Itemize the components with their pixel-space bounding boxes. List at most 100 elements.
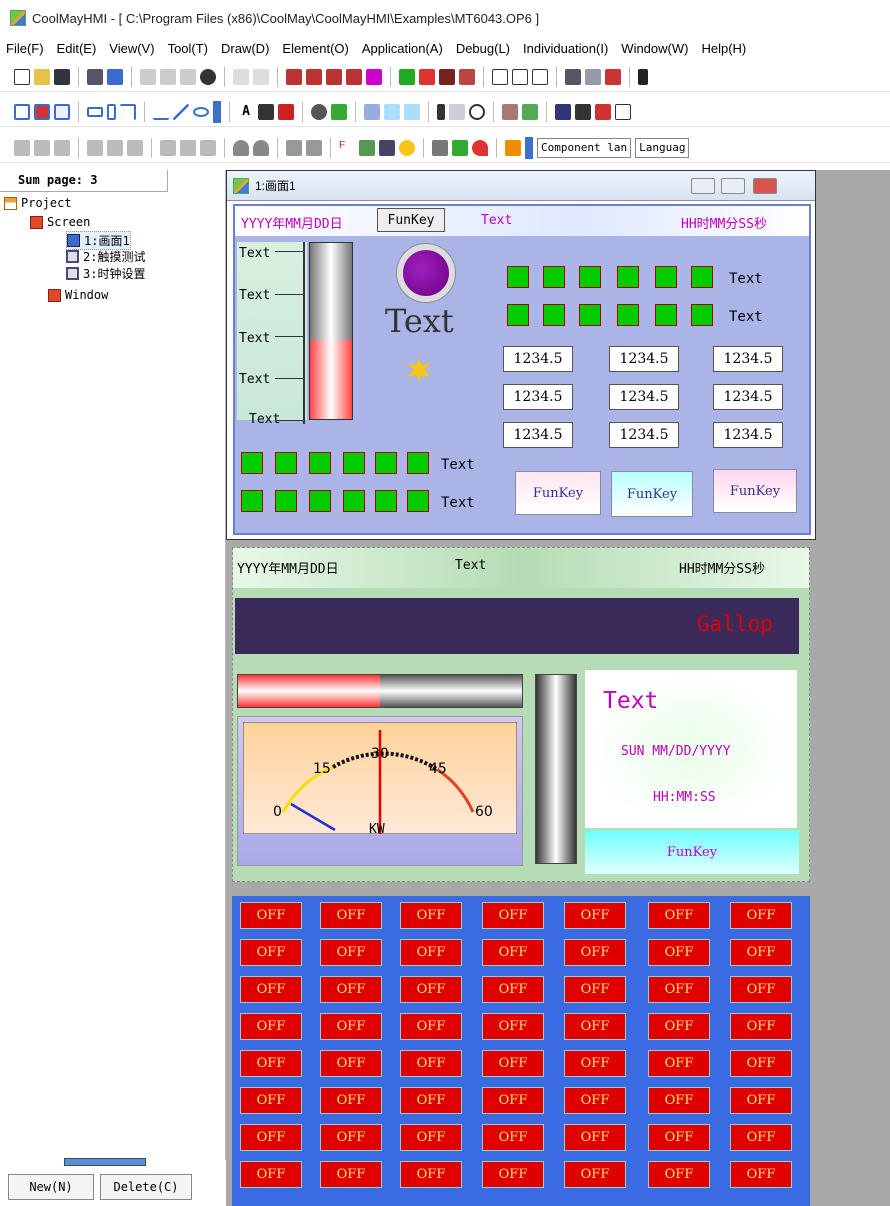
off-toggle-button[interactable]: OFF xyxy=(648,1013,710,1040)
plug-icon[interactable] xyxy=(359,139,375,156)
undo-icon[interactable] xyxy=(233,68,249,85)
unlock-icon[interactable] xyxy=(253,139,269,156)
off-toggle-button[interactable]: OFF xyxy=(320,939,382,966)
align-middle-icon[interactable] xyxy=(107,139,123,156)
line-icon[interactable] xyxy=(173,103,189,120)
off-toggle-button[interactable]: OFF xyxy=(320,902,382,929)
numeric-display[interactable]: 1234.5 xyxy=(503,346,573,372)
export-icon[interactable] xyxy=(107,68,123,85)
send-back-icon[interactable] xyxy=(306,139,322,156)
alarm-icon[interactable] xyxy=(605,68,621,85)
numeric-display[interactable]: 1234.5 xyxy=(713,346,783,372)
align-left-icon[interactable] xyxy=(14,139,30,156)
menu-tool[interactable]: Tool(T) xyxy=(162,41,215,56)
list-icon[interactable] xyxy=(379,139,395,156)
clock-tool-icon[interactable] xyxy=(469,103,485,120)
paint-icon[interactable] xyxy=(472,139,488,156)
off-toggle-button[interactable]: OFF xyxy=(730,1050,792,1077)
language-select[interactable]: Languag xyxy=(635,137,690,158)
off-toggle-button[interactable]: OFF xyxy=(564,1161,626,1188)
off-toggle-button[interactable]: OFF xyxy=(730,939,792,966)
off-toggle-button[interactable]: OFF xyxy=(564,976,626,1003)
recipe-icon[interactable] xyxy=(502,103,518,120)
copy-icon[interactable] xyxy=(160,68,176,85)
rect-icon[interactable] xyxy=(14,103,30,120)
off-toggle-button[interactable]: OFF xyxy=(648,1087,710,1114)
ab-tool-icon[interactable] xyxy=(615,103,631,120)
off-toggle-button[interactable]: OFF xyxy=(240,1124,302,1151)
toolbar-dropdown-2[interactable] xyxy=(525,136,533,159)
tree-node-page-2[interactable]: 2:触摸测试 xyxy=(66,248,145,265)
off-toggle-button[interactable]: OFF xyxy=(564,1124,626,1151)
menu-edit[interactable]: Edit(E) xyxy=(51,41,104,56)
tree-scroll-indicator[interactable] xyxy=(64,1158,146,1166)
delete-screen-icon[interactable] xyxy=(366,68,382,85)
off-toggle-button[interactable]: OFF xyxy=(564,939,626,966)
scale-icon[interactable] xyxy=(153,104,169,120)
grid-icon[interactable] xyxy=(532,68,548,85)
trend-chart-icon[interactable] xyxy=(384,103,400,120)
off-toggle-button[interactable]: OFF xyxy=(730,1124,792,1151)
page-copy-icon[interactable] xyxy=(512,68,528,85)
off-toggle-button[interactable]: OFF xyxy=(482,939,544,966)
delete-page-button[interactable]: Delete(C) xyxy=(100,1174,192,1200)
off-toggle-button[interactable]: OFF xyxy=(400,1050,462,1077)
off-toggle-button[interactable]: OFF xyxy=(730,1161,792,1188)
vline-icon[interactable] xyxy=(107,103,116,120)
new-page-button[interactable]: New(N) xyxy=(8,1174,94,1200)
menu-element[interactable]: Element(O) xyxy=(276,41,355,56)
align-bottom-icon[interactable] xyxy=(127,139,143,156)
tree-node-window[interactable]: Window xyxy=(48,288,108,302)
off-toggle-button[interactable]: OFF xyxy=(482,1050,544,1077)
off-toggle-button[interactable]: OFF xyxy=(400,902,462,929)
off-toggle-button[interactable]: OFF xyxy=(648,1124,710,1151)
off-toggle-button[interactable]: OFF xyxy=(400,1013,462,1040)
menu-application[interactable]: Application(A) xyxy=(356,41,450,56)
toggle-tool-icon[interactable] xyxy=(575,103,591,120)
music-icon[interactable] xyxy=(638,68,648,85)
open-folder-icon[interactable] xyxy=(34,68,50,85)
off-toggle-button[interactable]: OFF xyxy=(730,902,792,929)
polyline-icon[interactable] xyxy=(120,103,136,120)
minimize-button[interactable] xyxy=(691,178,715,194)
numeric-display-icon[interactable] xyxy=(258,103,274,120)
grid-tool-icon[interactable] xyxy=(595,103,611,120)
off-toggle-button[interactable]: OFF xyxy=(400,939,462,966)
menu-window[interactable]: Window(W) xyxy=(615,41,695,56)
tree-node-project[interactable]: Project xyxy=(4,196,72,210)
off-toggle-button[interactable]: OFF xyxy=(400,1087,462,1114)
off-toggle-button[interactable]: OFF xyxy=(320,1161,382,1188)
hline-icon[interactable] xyxy=(87,106,103,117)
off-toggle-button[interactable]: OFF xyxy=(400,1161,462,1188)
cut-icon[interactable] xyxy=(140,68,156,85)
off-toggle-button[interactable]: OFF xyxy=(648,976,710,1003)
off-toggle-button[interactable]: OFF xyxy=(482,902,544,929)
off-toggle-button[interactable]: OFF xyxy=(482,1013,544,1040)
monitor-icon[interactable] xyxy=(432,139,448,156)
off-toggle-button[interactable]: OFF xyxy=(648,939,710,966)
numeric-display[interactable]: 1234.5 xyxy=(609,346,679,372)
picture-tool-icon[interactable] xyxy=(331,103,347,120)
bring-front-icon[interactable] xyxy=(286,139,302,156)
message-tool-icon[interactable] xyxy=(449,103,465,120)
alarm-tool-icon[interactable] xyxy=(278,103,294,120)
numeric-display[interactable]: 1234.5 xyxy=(713,422,783,448)
funkey-top[interactable]: FunKey xyxy=(377,208,445,232)
save-icon[interactable] xyxy=(54,68,70,85)
off-toggle-button[interactable]: OFF xyxy=(240,1050,302,1077)
menu-help[interactable]: Help(H) xyxy=(695,41,753,56)
close-button[interactable] xyxy=(753,178,777,194)
ellipse-icon[interactable] xyxy=(193,106,209,117)
compile-icon[interactable] xyxy=(399,68,415,85)
numeric-display[interactable]: 1234.5 xyxy=(609,422,679,448)
same-width-icon[interactable] xyxy=(160,139,176,156)
off-toggle-button[interactable]: OFF xyxy=(240,939,302,966)
off-toggle-button[interactable]: OFF xyxy=(240,902,302,929)
funkey-1[interactable]: FunKey xyxy=(515,471,601,515)
print-icon[interactable] xyxy=(87,68,103,85)
off-toggle-button[interactable]: OFF xyxy=(730,1013,792,1040)
off-toggle-button[interactable]: OFF xyxy=(564,1050,626,1077)
funkey-4[interactable]: FunKey xyxy=(585,830,799,874)
numeric-display[interactable]: 1234.5 xyxy=(609,384,679,410)
gauge-tool-icon[interactable] xyxy=(437,103,445,120)
